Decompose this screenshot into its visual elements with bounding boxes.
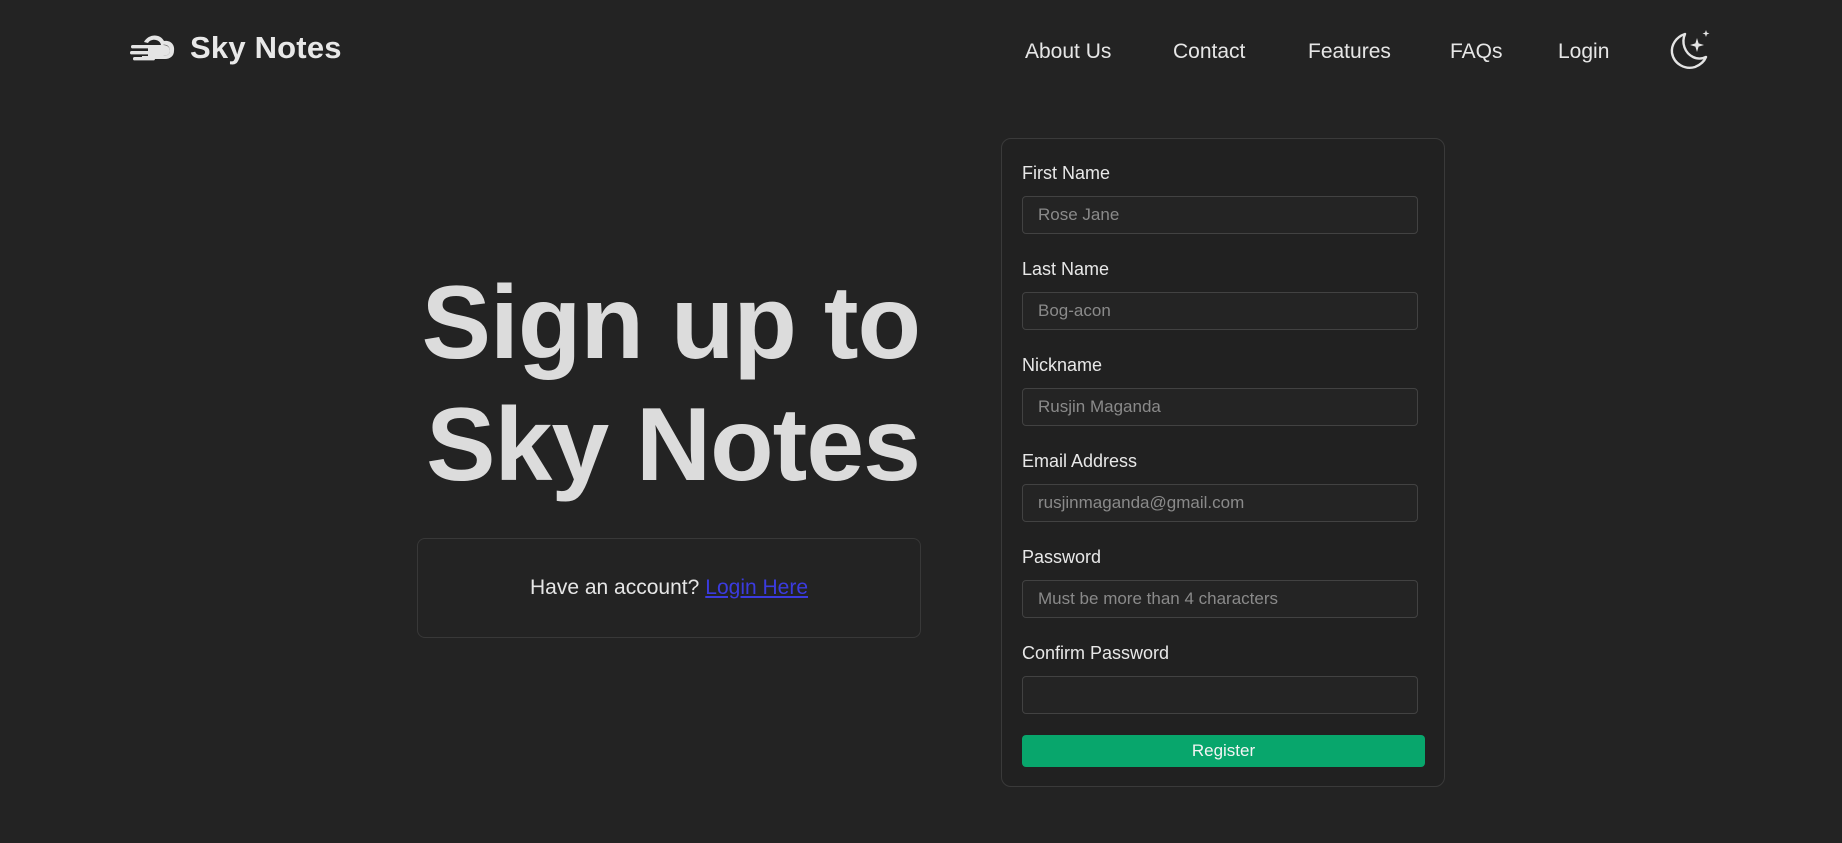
moon-stars-icon[interactable]: [1666, 28, 1712, 74]
nickname-field-group: Nickname: [1022, 354, 1418, 426]
nickname-input[interactable]: [1022, 388, 1418, 426]
email-input[interactable]: [1022, 484, 1418, 522]
cloud-icon: [130, 35, 175, 61]
confirm-password-input[interactable]: [1022, 676, 1418, 714]
last-name-label: Last Name: [1022, 259, 1110, 279]
first-name-label: First Name: [1022, 163, 1111, 183]
password-field-group: Password: [1022, 546, 1418, 618]
nav-features[interactable]: Features: [1308, 40, 1391, 64]
nav-about-us[interactable]: About Us: [1025, 40, 1111, 64]
have-account-text: Have an account?: [529, 576, 700, 599]
login-here-link[interactable]: Login Here: [705, 576, 808, 600]
first-name-input[interactable]: [1022, 196, 1418, 234]
registration-form: First Name Last Name Nickname Email Addr…: [1001, 138, 1445, 787]
confirm-password-field-group: Confirm Password: [1022, 642, 1418, 714]
last-name-field-group: Last Name: [1022, 258, 1418, 330]
brand-name: Sky Notes: [190, 30, 342, 65]
hero-title-line-1: Sign up to: [421, 265, 921, 381]
hero-title: Sign up to Sky Notes: [380, 262, 921, 506]
brand-home-link[interactable]: Sky Notes: [130, 30, 342, 66]
signup-page: Sky Notes About Us Contact Features FAQs…: [0, 0, 1842, 843]
nav-contact[interactable]: Contact: [1173, 40, 1245, 64]
last-name-input[interactable]: [1022, 292, 1418, 330]
email-label: Email Address: [1022, 451, 1138, 471]
nickname-label: Nickname: [1022, 355, 1103, 375]
password-input[interactable]: [1022, 580, 1418, 618]
password-label: Password: [1022, 547, 1102, 567]
nav-faqs[interactable]: FAQs: [1450, 40, 1503, 64]
header: Sky Notes About Us Contact Features FAQs…: [0, 0, 1842, 104]
first-name-field-group: First Name: [1022, 162, 1418, 234]
have-account-box: Have an account? Login Here: [417, 538, 921, 638]
register-button[interactable]: Register: [1022, 735, 1425, 767]
hero-title-line-2: Sky Notes: [426, 387, 921, 503]
email-field-group: Email Address: [1022, 450, 1418, 522]
confirm-password-label: Confirm Password: [1022, 643, 1170, 663]
nav-login[interactable]: Login: [1558, 40, 1609, 64]
